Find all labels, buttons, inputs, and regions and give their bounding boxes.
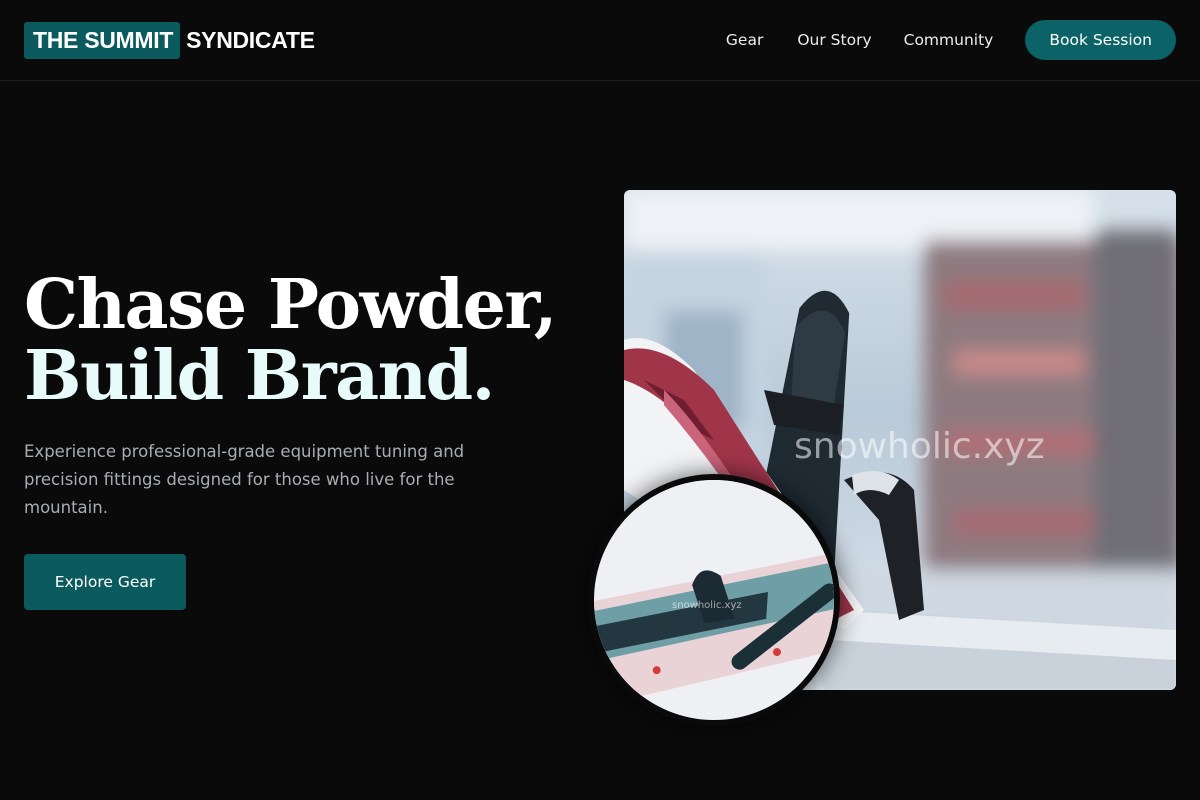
snowboard-closeup-image: snowholic.xyz — [594, 480, 834, 720]
explore-gear-button[interactable]: Explore Gear — [24, 554, 186, 610]
hero-title: Chase Powder, Build Brand. — [24, 265, 557, 416]
main-photo-watermark: snowholic.xyz — [794, 426, 1045, 467]
logo-highlight: THE SUMMIT — [24, 21, 181, 59]
hero-description: Experience professional-grade equipment … — [24, 442, 465, 517]
site-header: THE SUMMIT SYNDICATE Gear Our Story Comm… — [0, 0, 1200, 81]
nav-link-community[interactable]: Community — [904, 20, 994, 60]
inset-photo-watermark: snowholic.xyz — [672, 600, 742, 611]
nav-link-our-story[interactable]: Our Story — [797, 20, 871, 60]
hero-title-line-2: Build Brand. — [24, 336, 495, 416]
logo-text: SYNDICATE — [186, 26, 315, 53]
book-session-button[interactable]: Book Session — [1025, 20, 1176, 60]
brand-logo[interactable]: THE SUMMIT SYNDICATE — [24, 21, 315, 59]
hero-inset-photo: snowholic.xyz — [588, 474, 840, 726]
main-nav: Gear Our Story Community Book Session — [726, 20, 1176, 60]
hero-title-line-1: Chase Powder, — [24, 265, 557, 345]
nav-link-gear[interactable]: Gear — [726, 20, 763, 60]
